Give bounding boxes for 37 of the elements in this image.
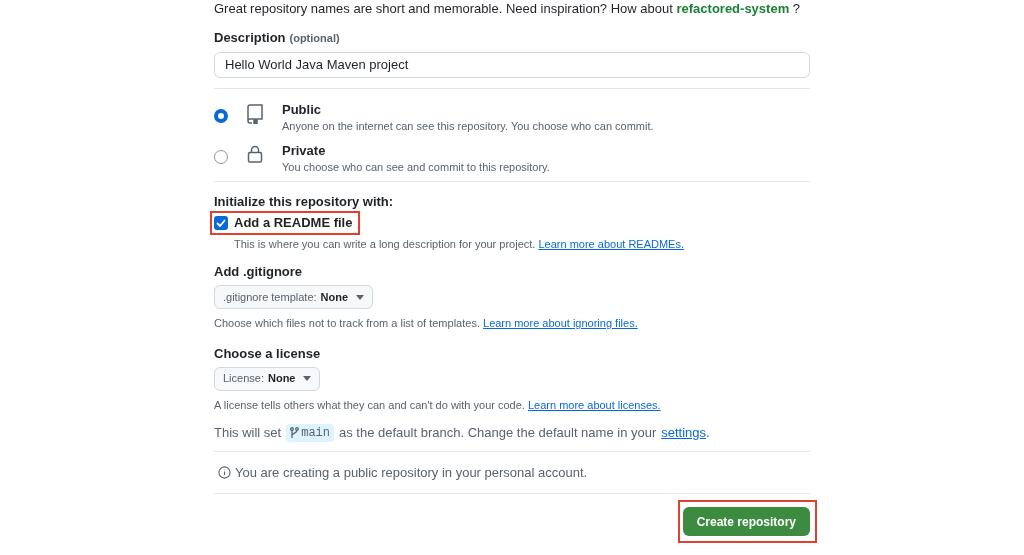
period-text: . [706,424,710,442]
lock-icon [247,144,263,163]
info-icon [218,465,231,479]
help-text: A license tells others what they can and can't do with your code. Learn more about licenses. [214,397,662,413]
radio-button[interactable] [214,149,228,164]
branch-text: as the default branch. Change the default name in your [339,424,657,442]
info-message: You are creating a public repository in your personal account. [235,463,588,482]
description-field[interactable]: Hello World Java Maven project [214,51,810,78]
dropdown-button[interactable]: .gitignore template: None [214,285,374,309]
help-text: Choose which files not to track from a list of templates. Learn more about ignoring files. [214,316,639,331]
section-heading: Initialize this repository with: [214,193,395,210]
dropdown-button[interactable]: License: None [214,366,321,391]
create-repository-button[interactable]: Create repository [682,507,810,536]
option-title: Private [282,141,327,160]
branch-icon [290,426,300,439]
field-label: Description [214,29,286,47]
learn-more-link[interactable]: Learn more about READMEs. [538,237,684,250]
checkmark-icon [216,218,226,227]
option-description: You choose who can see and commit to this repository. [282,159,550,175]
name-hint: Great repository names are short and memorable. Need inspiration? How about refactored-system ? [214,1,802,17]
option-description: Anyone on the internet can see this repository. You choose who can commit. [282,118,654,134]
learn-more-link[interactable]: Learn more about ignoring files. [483,317,638,329]
checkbox-label: Add a README file [234,214,354,231]
branch-text: This will set [214,424,282,442]
radio-button[interactable] [214,108,228,123]
suggestion-link[interactable]: refactored-system [676,1,790,16]
help-text: This is where you can write a long description for your project. Learn more about READMEs. [234,236,684,252]
caret-icon [303,376,312,381]
option-title: Public [282,100,322,119]
caret-icon [356,294,365,300]
checkbox[interactable] [214,215,228,230]
repository-icon [246,103,264,124]
section-heading: Add .gitignore [214,264,304,280]
branch-name: main [286,423,334,442]
optional-label: (optional) [289,31,340,46]
learn-more-link[interactable]: Learn more about licenses. [527,398,661,411]
section-heading: Choose a license [214,345,322,362]
